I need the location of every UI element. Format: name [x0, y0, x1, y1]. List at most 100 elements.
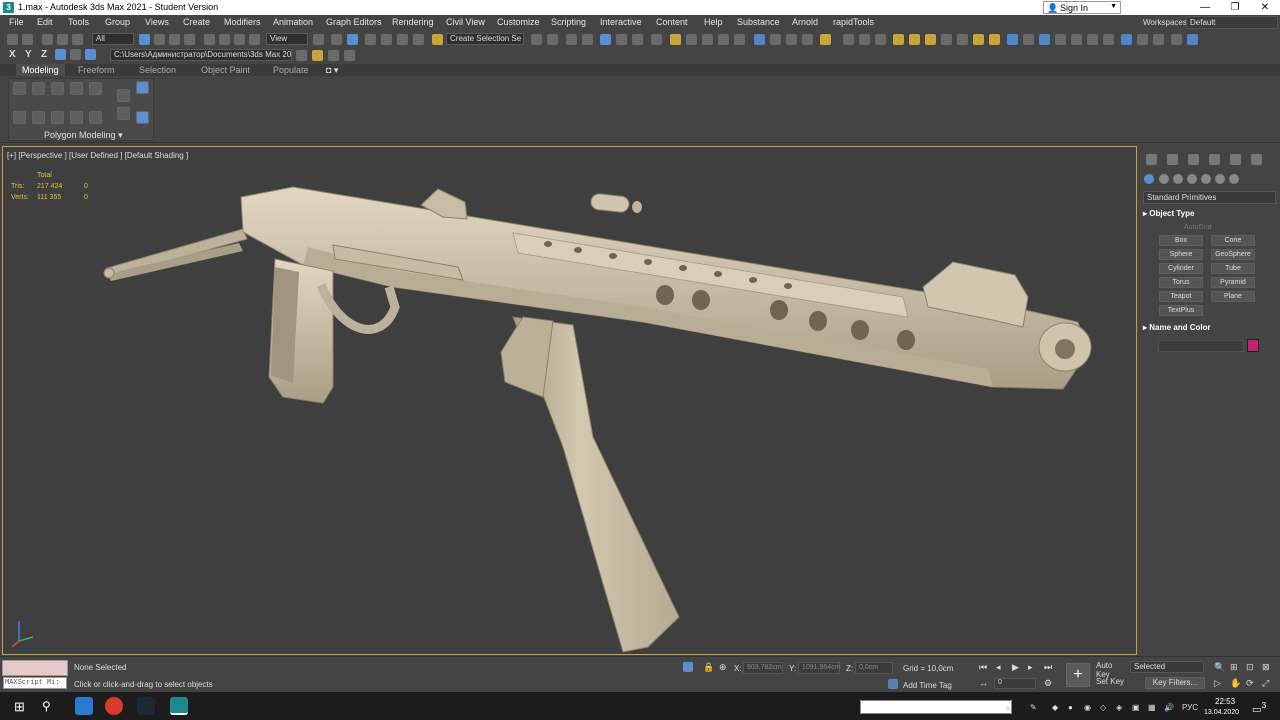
tab-modeling[interactable]: Modeling — [16, 64, 65, 76]
menu-civil-view[interactable]: Civil View — [446, 17, 485, 27]
menu-group[interactable]: Group — [105, 17, 130, 27]
axis-xz-icon[interactable] — [85, 49, 96, 60]
rapidtools-5-icon[interactable] — [1071, 34, 1082, 45]
tray-app-2-icon[interactable]: ● — [1068, 703, 1073, 712]
utilities-tab-icon[interactable] — [1251, 154, 1262, 165]
hierarchy-tab-icon[interactable] — [1188, 154, 1199, 165]
reference-coord-dropdown[interactable]: View — [266, 33, 308, 45]
rendered-frame-window-icon[interactable] — [686, 34, 697, 45]
restore-button[interactable]: ❐ — [1220, 0, 1250, 15]
orbit-icon[interactable]: ⟳ — [1246, 678, 1256, 688]
select-by-name-icon[interactable] — [154, 34, 165, 45]
textplus-button[interactable]: TextPlus — [1159, 305, 1203, 316]
rotate-icon[interactable] — [219, 34, 230, 45]
ribbon-options-icon[interactable]: ◘ ▾ — [326, 65, 338, 76]
place-icon[interactable] — [249, 34, 260, 45]
link-icon[interactable] — [42, 34, 53, 45]
edge-browser-icon[interactable] — [75, 697, 93, 715]
chrome-icon[interactable] — [105, 697, 123, 715]
pistol-grip[interactable] — [268, 258, 334, 404]
geometry-category-icon[interactable] — [1144, 174, 1154, 184]
project-folder-icon[interactable] — [296, 50, 307, 61]
plugin-tool-3-icon[interactable] — [875, 34, 886, 45]
workspaces-dropdown[interactable]: Default — [1186, 16, 1278, 29]
zoom-icon[interactable]: 🔍 — [1214, 662, 1225, 672]
box-button[interactable]: Box — [1159, 235, 1203, 246]
menu-file[interactable]: File — [9, 17, 24, 27]
create-sphere-icon[interactable] — [925, 34, 936, 45]
modify-tab-icon[interactable] — [1167, 154, 1178, 165]
edit-named-selection-icon[interactable] — [432, 34, 443, 45]
axis-constraint-icon[interactable] — [70, 49, 81, 60]
teapot-button[interactable]: Teapot — [1159, 291, 1203, 302]
toggle-scene-explorer-icon[interactable] — [566, 34, 577, 45]
schematic-view-icon[interactable] — [632, 34, 643, 45]
menu-views[interactable]: Views — [145, 17, 169, 27]
material-editor-icon[interactable] — [651, 34, 662, 45]
lights-category-icon[interactable] — [1173, 174, 1183, 184]
menu-tools[interactable]: Tools — [68, 17, 89, 27]
tube-button[interactable]: Tube — [1211, 263, 1255, 274]
toggle-ribbon-icon[interactable] — [600, 34, 611, 45]
go-to-end-icon[interactable]: ⏭ — [1044, 662, 1054, 672]
tray-app-5-icon[interactable]: ◈ — [1116, 703, 1122, 712]
keyboard-shortcut-override-icon[interactable] — [347, 34, 358, 45]
arnold-light-icon[interactable] — [770, 34, 781, 45]
set-key-button[interactable]: Set Key — [1096, 677, 1128, 690]
tab-selection[interactable]: Selection — [139, 65, 176, 75]
menu-interactive[interactable]: Interactive — [600, 17, 642, 27]
time-config-icon[interactable]: ⚙ — [1044, 678, 1054, 688]
zoom-all-icon[interactable]: ⊞ — [1230, 662, 1240, 672]
smg-3d-model[interactable] — [3, 147, 1137, 655]
notifications-icon[interactable]: ▭3 — [1252, 700, 1266, 715]
element-mode-icon[interactable] — [13, 111, 26, 124]
arnold-render-view-icon[interactable] — [754, 34, 765, 45]
tab-freeform[interactable]: Freeform — [78, 65, 115, 75]
axis-x-button[interactable]: X — [9, 49, 16, 60]
spacewarps-category-icon[interactable] — [1215, 174, 1225, 184]
rect-selection-icon[interactable] — [169, 34, 180, 45]
perspective-viewport[interactable]: [+] [Perspective ] [User Defined ] [Defa… — [2, 146, 1137, 655]
zoom-extents-all-icon[interactable]: ⊠ — [1262, 662, 1272, 672]
create-cone-icon[interactable] — [957, 34, 968, 45]
create-tab-icon[interactable] — [1146, 154, 1157, 165]
rapidtools-4-icon[interactable] — [1055, 34, 1066, 45]
tray-app-6-icon[interactable]: ▣ — [1132, 703, 1140, 712]
close-button[interactable]: ✕ — [1250, 0, 1280, 15]
browse-folder-icon[interactable] — [344, 50, 355, 61]
menu-customize[interactable]: Customize — [497, 17, 540, 27]
menu-graph-editors[interactable]: Graph Editors — [326, 17, 382, 27]
motion-tab-icon[interactable] — [1209, 154, 1220, 165]
windows-start-icon[interactable]: ⊞ — [14, 699, 25, 715]
object-name-input[interactable] — [1158, 340, 1244, 352]
arnold-ipr-icon[interactable] — [820, 34, 831, 45]
menu-help[interactable]: Help — [704, 17, 723, 27]
axis-xy-icon[interactable] — [55, 49, 66, 60]
rapidtools-6-icon[interactable] — [1087, 34, 1098, 45]
plugin-tool-2-icon[interactable] — [859, 34, 870, 45]
quickslice-icon[interactable] — [70, 111, 83, 124]
scale-icon[interactable] — [234, 34, 245, 45]
clock-date[interactable]: 13.04.2020 — [1204, 709, 1239, 716]
help-icon[interactable] — [1187, 34, 1198, 45]
magazine[interactable] — [500, 316, 680, 653]
redo-icon[interactable] — [22, 34, 33, 45]
render-setup-icon[interactable] — [670, 34, 681, 45]
toggle-layer-explorer-icon[interactable] — [582, 34, 593, 45]
folding-stock[interactable] — [103, 228, 248, 281]
modify-mode-icon[interactable] — [13, 82, 26, 95]
sphere-button[interactable]: Sphere — [1159, 249, 1203, 260]
axis-z-button[interactable]: Z — [41, 49, 47, 60]
create-torus-icon[interactable] — [941, 34, 952, 45]
preserve-uvs-icon[interactable] — [32, 111, 45, 124]
angle-snap-icon[interactable] — [381, 34, 392, 45]
y-coord-field[interactable]: 1091,964cm — [798, 662, 841, 674]
select-object-icon[interactable] — [139, 34, 150, 45]
absolute-transform-icon[interactable]: ⊕ — [719, 662, 729, 672]
geosphere-button[interactable]: GeoSphere — [1211, 249, 1255, 260]
sign-in-button[interactable]: 👤 Sign In ▼ — [1043, 1, 1121, 14]
x-coord-field[interactable]: 903,782cm — [743, 662, 783, 674]
curve-editor-icon[interactable] — [616, 34, 627, 45]
menu-scripting[interactable]: Scripting — [551, 17, 586, 27]
cartridge[interactable] — [590, 193, 642, 213]
